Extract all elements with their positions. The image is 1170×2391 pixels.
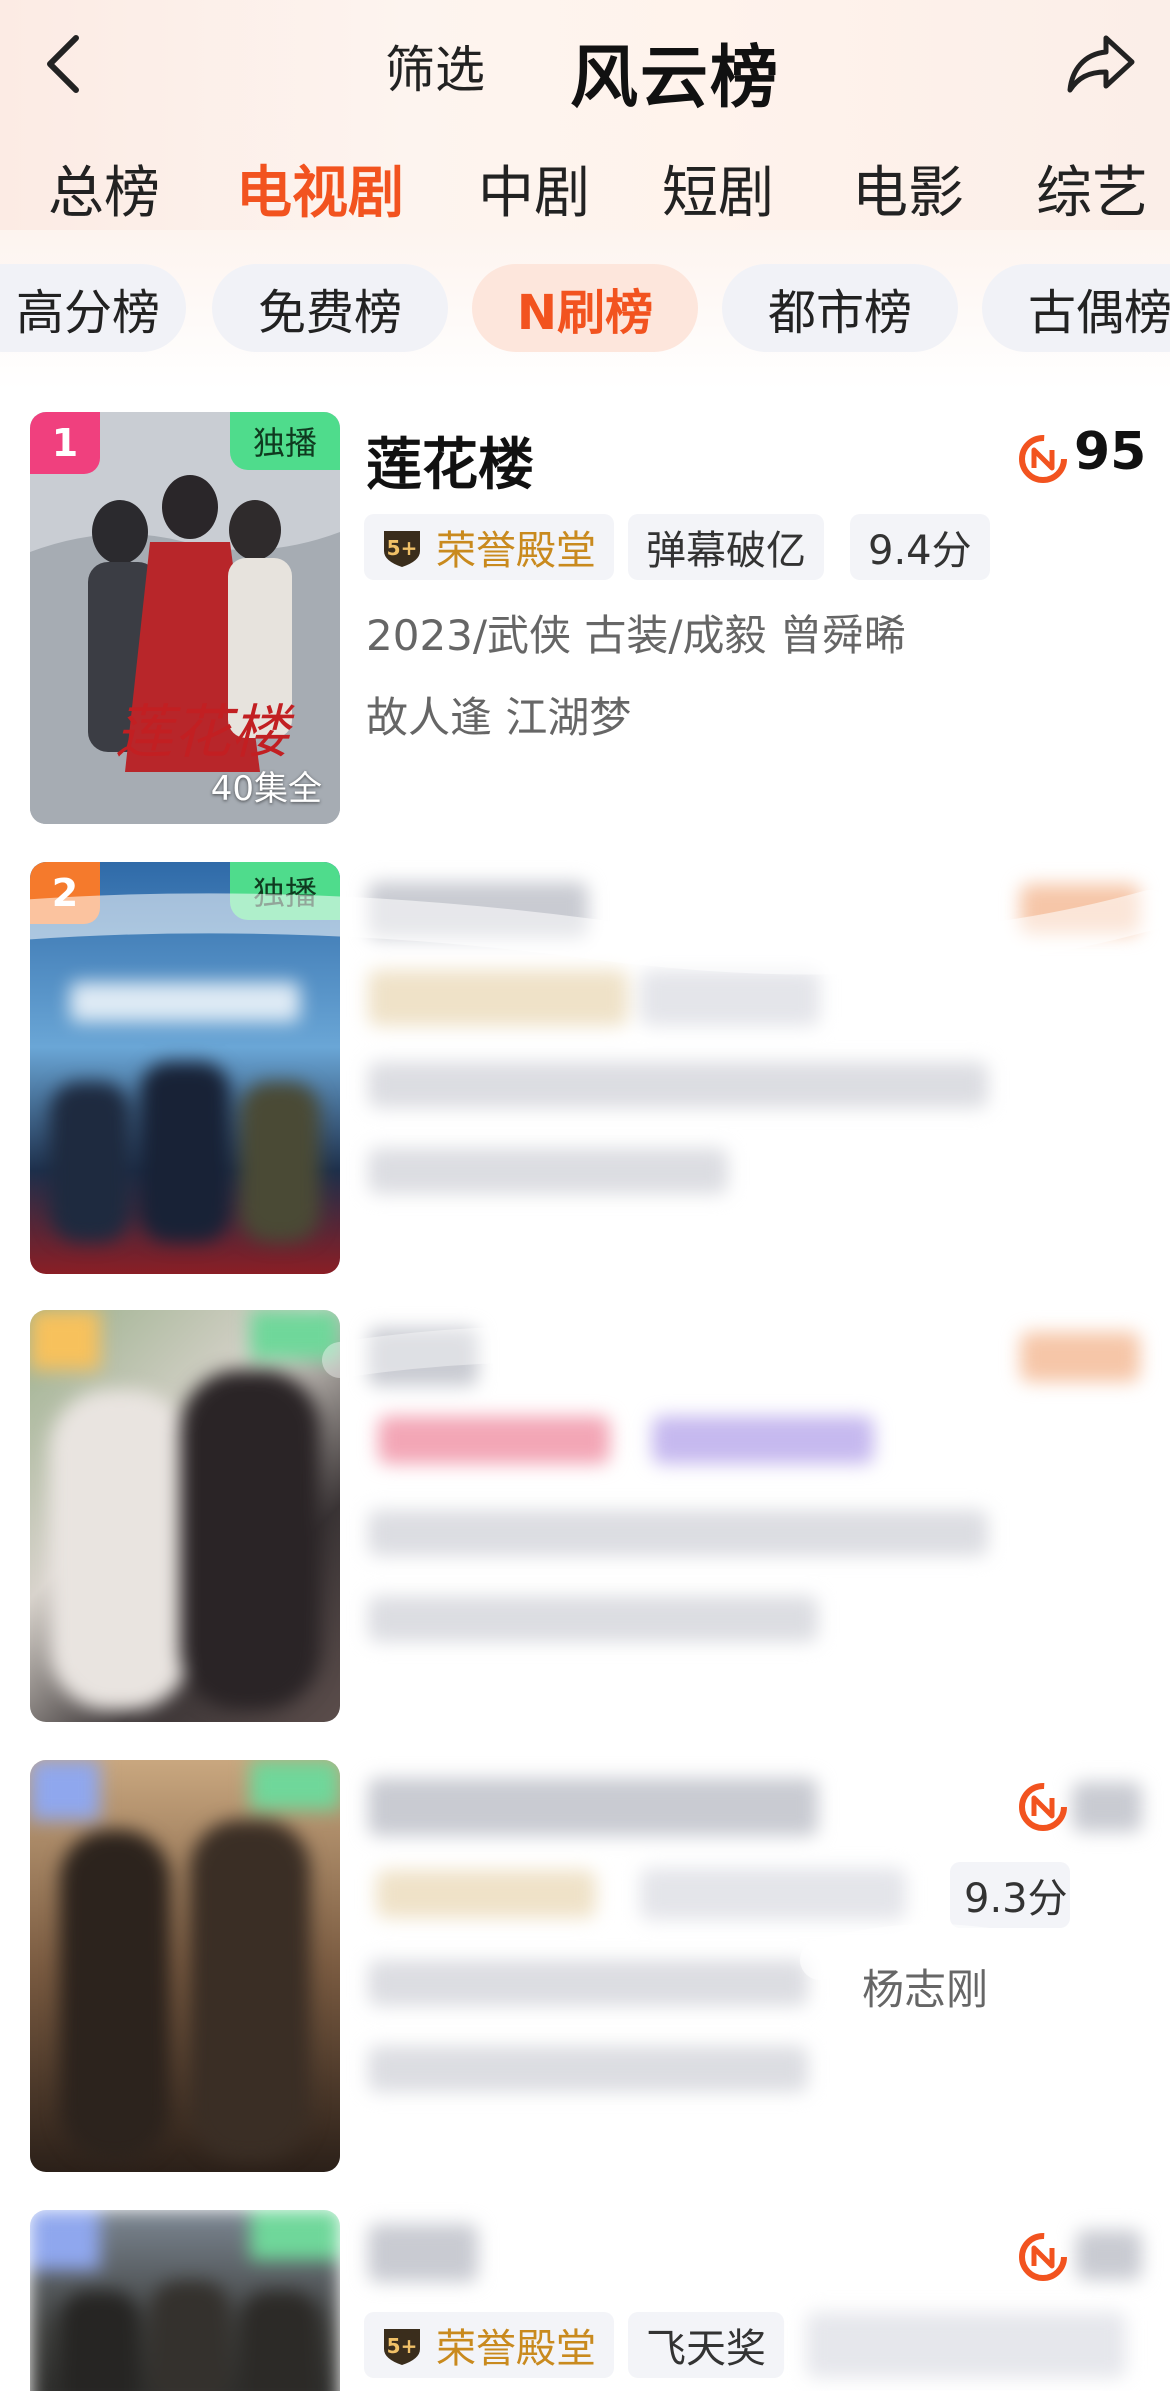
show-description: 故人逢 江湖梦 bbox=[366, 693, 632, 742]
exclusive-badge: 独播 bbox=[230, 862, 340, 920]
honor-badge-icon: 5+ bbox=[384, 2329, 420, 2365]
poster-image[interactable] bbox=[30, 1760, 340, 2172]
share-icon[interactable] bbox=[1066, 32, 1138, 96]
rewatch-score-icon bbox=[1019, 1783, 1067, 1831]
svg-text:5+: 5+ bbox=[387, 536, 418, 560]
chip-label: 古偶榜 bbox=[1028, 285, 1170, 341]
poster-artwork bbox=[30, 1310, 340, 1722]
tab-short-series[interactable]: 短剧 bbox=[662, 148, 774, 229]
rank-badge: 2 bbox=[30, 862, 100, 924]
poster-artwork bbox=[30, 2210, 340, 2391]
poster-artwork bbox=[30, 1760, 340, 2172]
rating-tag[interactable]: 9.4分 bbox=[850, 514, 990, 580]
danmaku-tag[interactable]: 弹幕破亿 bbox=[628, 514, 824, 580]
honor-tag[interactable]: 5+ 荣誉殿堂 bbox=[364, 514, 614, 580]
list-item[interactable]: 2 独播 bbox=[0, 862, 1170, 1292]
score-value: 95 bbox=[1074, 422, 1147, 482]
tab-mid-series[interactable]: 中剧 bbox=[478, 148, 590, 229]
svg-text:5+: 5+ bbox=[387, 2334, 418, 2358]
page-title: 风云榜 bbox=[570, 39, 781, 118]
chip-label: N刷榜 bbox=[516, 285, 654, 341]
top-bar: 筛选 风云榜 bbox=[0, 0, 1170, 130]
episodes-label: 40集全 bbox=[210, 769, 322, 809]
poster-calligraphy: 莲花楼 bbox=[115, 698, 295, 766]
award-tag[interactable]: 飞天奖 bbox=[628, 2312, 784, 2378]
honor-badge-icon: 5+ bbox=[384, 531, 420, 567]
rewatch-score-icon bbox=[1019, 435, 1067, 483]
chip-ancient-romance[interactable]: 古偶榜 bbox=[982, 264, 1170, 352]
poster-image[interactable] bbox=[30, 1310, 340, 1722]
poster-image[interactable] bbox=[30, 2210, 340, 2391]
list-item[interactable]: 9.3分 杨志刚 bbox=[0, 1760, 1170, 2190]
show-title[interactable]: 莲花楼 bbox=[366, 420, 534, 501]
poster-image[interactable]: 2 独播 bbox=[30, 862, 340, 1274]
chip-label: 免费榜 bbox=[257, 285, 402, 341]
honor-tag[interactable]: 5+ 荣誉殿堂 bbox=[364, 2312, 614, 2378]
list-item[interactable] bbox=[0, 1310, 1170, 1740]
rating-tag[interactable]: 9.3分 bbox=[950, 1862, 1070, 1928]
filter-button[interactable]: 筛选 bbox=[385, 30, 485, 102]
blurred-tag bbox=[806, 2312, 1126, 2378]
honor-tag-label: 荣誉殿堂 bbox=[436, 2326, 596, 2372]
chip-rewatch[interactable]: N刷榜 bbox=[472, 264, 698, 352]
tab-total[interactable]: 总榜 bbox=[48, 148, 160, 229]
tab-tv-series[interactable]: 电视剧 bbox=[236, 148, 404, 229]
chip-label: 高分榜 bbox=[15, 285, 160, 341]
chip-free[interactable]: 免费榜 bbox=[212, 264, 448, 352]
tab-movie[interactable]: 电影 bbox=[852, 148, 964, 229]
list-item[interactable]: 莲花楼 1 独播 40集全 莲花楼 95 5+ 荣誉殿堂 弹幕破亿 9.4分 2… bbox=[0, 412, 1170, 842]
exclusive-badge: 独播 bbox=[230, 412, 340, 470]
poster-image[interactable]: 莲花楼 1 独播 40集全 bbox=[30, 412, 340, 824]
chevron-left-icon[interactable] bbox=[38, 28, 94, 100]
chip-urban[interactable]: 都市榜 bbox=[722, 264, 958, 352]
rank-badge: 1 bbox=[30, 412, 100, 474]
chip-high-score[interactable]: 高分榜 bbox=[0, 264, 186, 352]
rewatch-score-icon bbox=[1019, 2233, 1067, 2281]
show-meta: 2023/武侠 古装/成毅 曾舜晞 bbox=[366, 611, 906, 660]
show-meta-fragment: 杨志刚 bbox=[862, 1965, 989, 2014]
honor-tag-label: 荣誉殿堂 bbox=[436, 528, 596, 574]
chip-label: 都市榜 bbox=[767, 285, 912, 341]
list-item[interactable]: 5+ 荣誉殿堂 飞天奖 bbox=[0, 2210, 1170, 2391]
tab-variety[interactable]: 综艺 bbox=[1036, 148, 1148, 229]
